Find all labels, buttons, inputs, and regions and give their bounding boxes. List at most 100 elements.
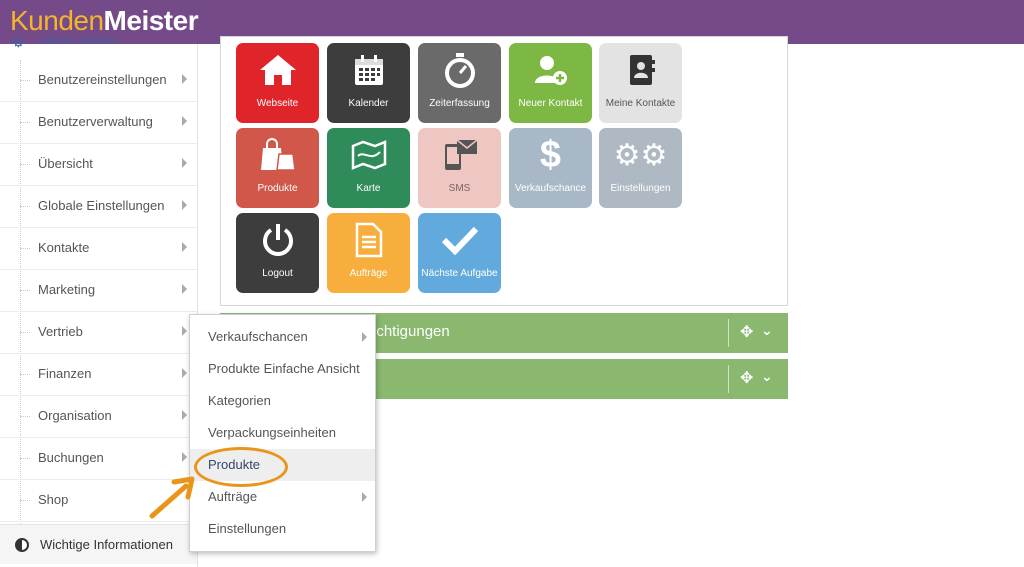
tree-connector [20, 332, 30, 333]
dollar-icon: $ [539, 133, 562, 176]
tile-auftraege[interactable]: Aufträge [327, 213, 410, 293]
sidebar-item-label: Organisation [38, 408, 112, 423]
tile-logout[interactable]: Logout [236, 213, 319, 293]
menu-item-kategorien[interactable]: Kategorien [190, 385, 375, 417]
sidebar-item-globale-einstellungen[interactable]: Globale Einstellungen [0, 186, 197, 228]
sidebar-item-kontakte[interactable]: Kontakte [0, 228, 197, 270]
menu-item-label: Kategorien [208, 393, 271, 408]
chevron-down-icon[interactable]: ⌄ [761, 368, 773, 385]
tile-label: Kalender [348, 98, 389, 109]
tile-produkte[interactable]: Produkte [236, 128, 319, 208]
menu-item-label: Einstellungen [208, 521, 287, 536]
tile-label: Zeiterfassung [429, 98, 490, 109]
tile-label: Aufträge [349, 268, 388, 279]
chevron-right-icon [182, 158, 187, 168]
sidebar-item-organisation[interactable]: Organisation [0, 396, 197, 438]
menu-item-label: Produkte Einfache Ansicht [208, 361, 360, 376]
mobile-mail-icon [418, 136, 501, 174]
tile-neuer-kontakt[interactable]: Neuer Kontakt [509, 43, 592, 123]
sidebar-item-label: Marketing [38, 282, 96, 297]
tile-label: Verkaufschance [514, 183, 587, 194]
sidebar-item-label: Benutzerverwaltung [38, 114, 153, 129]
menu-item-produkte-einfache-ansicht[interactable]: Produkte Einfache Ansicht [190, 353, 375, 385]
highlight-ring [194, 447, 288, 487]
tile-meine-kontakte[interactable]: Meine Kontakte [599, 43, 682, 123]
important-info-item[interactable]: Wichtige Informationen [0, 524, 197, 564]
menu-item-auftraege[interactable]: Aufträge [190, 481, 375, 513]
tile-sms[interactable]: SMS [418, 128, 501, 208]
pointer-arrow-icon [149, 476, 195, 519]
logo-part-kunden: Kunden [10, 5, 104, 36]
shopping-bags-icon [236, 136, 319, 174]
sidebar-item-buchungen[interactable]: Buchungen [0, 438, 197, 480]
sidebar-item-marketing[interactable]: Marketing [0, 270, 197, 312]
menu-item-einstellungen[interactable]: Einstellungen [190, 513, 375, 545]
tree-connector [20, 80, 30, 81]
sidebar-item-benutzerverwaltung[interactable]: Benutzerverwaltung [0, 102, 197, 144]
tile-label: Einstellungen [610, 183, 671, 194]
panel-divider [728, 319, 729, 347]
stopwatch-icon [418, 51, 501, 89]
sidebar-item-benutzereinstellungen[interactable]: Benutzereinstellungen [0, 60, 197, 102]
sidebar-item-label: Shop [38, 492, 69, 507]
sidebar-item-finanzen[interactable]: Finanzen [0, 354, 197, 396]
sidebar-header[interactable]: ⚙ Stammdaten [12, 38, 192, 50]
tile-label: Logout [262, 268, 293, 279]
sidebar-item-label: Übersicht [38, 156, 93, 171]
contrast-icon [15, 538, 29, 552]
tree-connector [20, 206, 30, 207]
quick-access-panel: Webseite Kalender Zeiterfassung Neuer Ko… [220, 36, 788, 306]
tile-label: Nächste Aufgabe [421, 268, 498, 279]
tile-verkaufschance[interactable]: $ Verkaufschance [509, 128, 592, 208]
chevron-right-icon [182, 368, 187, 378]
checkmark-icon [418, 221, 501, 259]
important-info-label: Wichtige Informationen [40, 537, 173, 552]
sidebar-header-label: Stammdaten [38, 38, 118, 46]
tile-zeiterfassung[interactable]: Zeiterfassung [418, 43, 501, 123]
menu-item-verkaufschancen[interactable]: Verkaufschancen [190, 321, 375, 353]
sidebar-item-label: Buchungen [38, 450, 104, 465]
document-icon [327, 221, 410, 259]
chevron-right-icon [182, 284, 187, 294]
chevron-right-icon [182, 410, 187, 420]
tile-label: Webseite [256, 98, 299, 109]
move-arrows-icon[interactable]: ✥ [740, 322, 753, 342]
calendar-icon [327, 51, 410, 89]
tree-connector [20, 416, 30, 417]
chevron-right-icon [182, 200, 187, 210]
tree-connector [20, 290, 30, 291]
tree-connector [20, 164, 30, 165]
chevron-right-icon [362, 492, 367, 502]
tile-label: Karte [356, 183, 381, 194]
power-icon [236, 221, 319, 259]
map-icon [327, 136, 410, 174]
menu-item-verpackungseinheiten[interactable]: Verpackungseinheiten [190, 417, 375, 449]
tile-label: Neuer Kontakt [518, 98, 583, 109]
sidebar-item-label: Finanzen [38, 366, 92, 381]
chevron-right-icon [182, 74, 187, 84]
logo-part-meister: Meister [103, 5, 199, 36]
sidebar-item-label: Kontakte [38, 240, 90, 255]
sidebar-item-vertrieb[interactable]: Vertrieb [0, 312, 197, 354]
chevron-down-icon[interactable]: ⌄ [761, 322, 773, 339]
chevron-right-icon [362, 332, 367, 342]
sidebar-item-uebersicht[interactable]: Übersicht [0, 144, 197, 186]
tile-karte[interactable]: Karte [327, 128, 410, 208]
tile-naechste-aufgabe[interactable]: Nächste Aufgabe [418, 213, 501, 293]
tile-kalender[interactable]: Kalender [327, 43, 410, 123]
sidebar-item-label: Globale Einstellungen [38, 198, 165, 213]
panel-divider [728, 365, 729, 393]
tile-webseite[interactable]: Webseite [236, 43, 319, 123]
gears-icon: ⚙ [12, 38, 25, 50]
tile-label: Meine Kontakte [605, 98, 676, 109]
app-logo[interactable]: KundenMeister [10, 4, 199, 38]
address-book-icon [599, 51, 682, 89]
move-arrows-icon[interactable]: ✥ [740, 368, 753, 388]
tree-connector [20, 374, 30, 375]
chevron-right-icon [182, 452, 187, 462]
tile-einstellungen[interactable]: ⚙⚙ Einstellungen [599, 128, 682, 208]
tree-connector [20, 458, 30, 459]
sidebar-item-label: Vertrieb [38, 324, 83, 339]
tree-connector [20, 248, 30, 249]
menu-item-label: Verpackungseinheiten [208, 425, 336, 440]
